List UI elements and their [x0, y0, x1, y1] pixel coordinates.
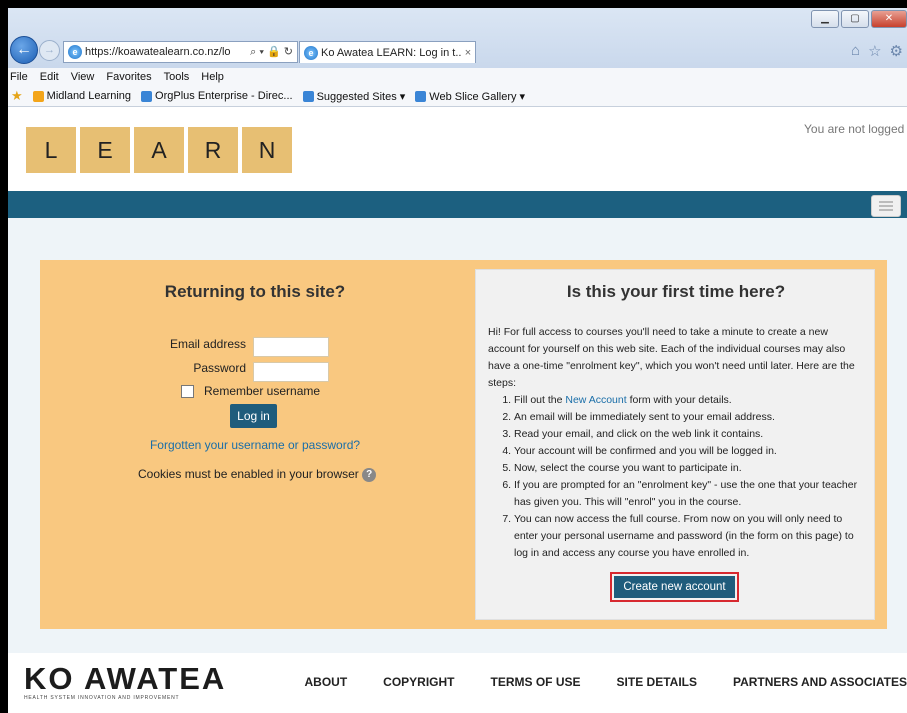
- favorite-page-icon: [415, 90, 427, 102]
- logo-letter-tile: E: [80, 127, 130, 173]
- logo-letter-tile: N: [242, 127, 292, 173]
- browser-tab[interactable]: e Ko Awatea LEARN: Log in t... ×: [299, 41, 476, 63]
- help-icon[interactable]: ?: [362, 467, 377, 482]
- favorite-label: OrgPlus Enterprise - Direc...: [155, 90, 293, 102]
- email-field[interactable]: [253, 337, 329, 357]
- list-item: Now, select the course you want to parti…: [514, 460, 864, 477]
- site-footer: KO AWATEA HEALTH SYSTEM INNOVATION AND I…: [8, 653, 907, 713]
- returning-user-section: Returning to this site? Email address Pa…: [40, 260, 470, 629]
- menu-item-favorites[interactable]: Favorites: [106, 71, 151, 83]
- menu-item-help[interactable]: Help: [201, 71, 224, 83]
- step1-prefix: Fill out the: [514, 394, 566, 406]
- favorite-label: Web Slice Gallery ▾: [429, 90, 526, 103]
- favorite-page-icon: [32, 90, 44, 102]
- list-item: If you are prompted for an "enrolment ke…: [514, 477, 864, 511]
- new-user-section: Is this your first time here? Hi! For fu…: [475, 269, 875, 620]
- signup-intro: Hi! For full access to courses you'll ne…: [488, 326, 855, 389]
- address-url[interactable]: https://koawatealearn.co.nz/lo: [85, 46, 250, 58]
- login-status: You are not logged in: [804, 122, 907, 136]
- remember-username-checkbox[interactable]: [181, 385, 194, 398]
- address-tools-icons[interactable]: ⌕ ▾ 🔒 ↻: [250, 45, 297, 59]
- address-bar[interactable]: e https://koawatealearn.co.nz/lo ⌕ ▾ 🔒 ↻: [63, 41, 298, 63]
- ko-awatea-logo[interactable]: KO AWATEA HEALTH SYSTEM INNOVATION AND I…: [24, 661, 227, 709]
- menu-item-tools[interactable]: Tools: [164, 71, 190, 83]
- menu-item-file[interactable]: File: [10, 71, 28, 83]
- tab-favicon-icon: e: [304, 45, 318, 60]
- login-heading: Returning to this site?: [164, 282, 346, 301]
- step1-suffix: form with your details.: [626, 394, 732, 406]
- learn-logo[interactable]: LEARN: [26, 127, 292, 173]
- signup-instructions: Hi! For full access to courses you'll ne…: [488, 324, 864, 562]
- list-item: Fill out the New Account form with your …: [514, 392, 864, 409]
- home-icon[interactable]: ⌂: [851, 42, 860, 60]
- list-item: You can now access the full course. From…: [514, 511, 864, 562]
- favorite-label: Suggested Sites ▾: [316, 90, 406, 103]
- email-label: Email address: [169, 337, 246, 351]
- window-controls: ▁ ▢ ✕: [811, 10, 907, 28]
- list-item: Read your email, and click on the web li…: [514, 426, 864, 443]
- favorite-label: Midland Learning: [46, 90, 132, 102]
- signup-steps: Fill out the New Account form with your …: [488, 392, 864, 562]
- create-new-account-button[interactable]: Create new account: [614, 576, 735, 598]
- forgot-password-link[interactable]: Forgotten your username or password?: [40, 438, 470, 452]
- footer-link-site-details[interactable]: SITE DETAILS: [617, 675, 697, 689]
- logo-letter-tile: R: [188, 127, 238, 173]
- ie-page-icon: e: [68, 45, 82, 59]
- back-arrow-icon[interactable]: ←: [10, 36, 38, 64]
- favorite-page-icon: [302, 90, 314, 102]
- login-panel: Returning to this site? Email address Pa…: [40, 260, 887, 629]
- favorite-page-icon: [141, 90, 153, 102]
- password-field[interactable]: [253, 362, 329, 382]
- footer-link-terms-of-use[interactable]: TERMS OF USE: [491, 675, 581, 689]
- forward-arrow-icon[interactable]: →: [39, 40, 60, 61]
- create-account-highlight: Create new account: [610, 572, 739, 602]
- password-label: Password: [193, 361, 246, 375]
- footer-link-copyright[interactable]: COPYRIGHT: [383, 675, 454, 689]
- favorite-link[interactable]: Midland Learning: [32, 90, 132, 102]
- footer-link-about[interactable]: ABOUT: [305, 675, 348, 689]
- favorites-star-icon[interactable]: ★: [11, 88, 23, 104]
- logo-letter-tile: L: [26, 127, 76, 173]
- browser-window: ▁ ▢ ✕ ← → e https://koawatealearn.co.nz/…: [8, 8, 907, 713]
- favorite-link[interactable]: Web Slice Gallery ▾: [415, 90, 525, 103]
- site-header: LEARN You are not logged in: [8, 108, 907, 191]
- favorite-link[interactable]: Suggested Sites ▾: [302, 90, 406, 103]
- minimize-button[interactable]: ▁: [811, 10, 839, 28]
- menu-item-edit[interactable]: Edit: [40, 71, 59, 83]
- settings-gear-icon[interactable]: ⚙: [890, 42, 903, 60]
- web-page: LEARN You are not logged in Returning to…: [8, 108, 907, 713]
- maximize-button[interactable]: ▢: [841, 10, 869, 28]
- tab-close-icon[interactable]: ×: [461, 47, 475, 59]
- hamburger-menu-icon[interactable]: [871, 195, 901, 217]
- cookies-text: Cookies must be enabled in your browser: [138, 467, 359, 481]
- footer-link-partners-and-associates[interactable]: PARTNERS AND ASSOCIATES: [733, 675, 907, 689]
- signup-heading: Is this your first time here?: [566, 282, 786, 301]
- new-account-link[interactable]: New Account: [565, 394, 626, 406]
- list-item: An email will be immediately sent to you…: [514, 409, 864, 426]
- favorites-bar: ★ Midland Learning OrgPlus Enterprise - D…: [8, 86, 907, 107]
- menu-item-view[interactable]: View: [71, 71, 95, 83]
- footer-nav: ABOUT COPYRIGHT TERMS OF USE SITE DETAILS PA…: [305, 675, 907, 689]
- browser-titlebar: ▁ ▢ ✕ ← → e https://koawatealearn.co.nz/…: [8, 8, 907, 68]
- remember-username-label: Remember username: [204, 384, 321, 398]
- site-navbar: [8, 191, 907, 218]
- cookies-notice: Cookies must be enabled in your browser …: [138, 467, 377, 482]
- footer-logo-text: KO AWATEA: [24, 661, 227, 696]
- tab-title[interactable]: Ko Awatea LEARN: Log in t...: [321, 47, 461, 59]
- browser-toolbar-icons: ⌂ ☆ ⚙: [851, 42, 903, 60]
- browser-menubar: File Edit View Favorites Tools Help: [8, 68, 907, 86]
- favorite-link[interactable]: OrgPlus Enterprise - Direc...: [141, 90, 293, 102]
- logo-letter-tile: A: [134, 127, 184, 173]
- favorites-star-icon[interactable]: ☆: [868, 42, 881, 60]
- close-window-button[interactable]: ✕: [871, 10, 907, 28]
- login-button[interactable]: Log in: [230, 404, 277, 428]
- list-item: Your account will be confirmed and you w…: [514, 443, 864, 460]
